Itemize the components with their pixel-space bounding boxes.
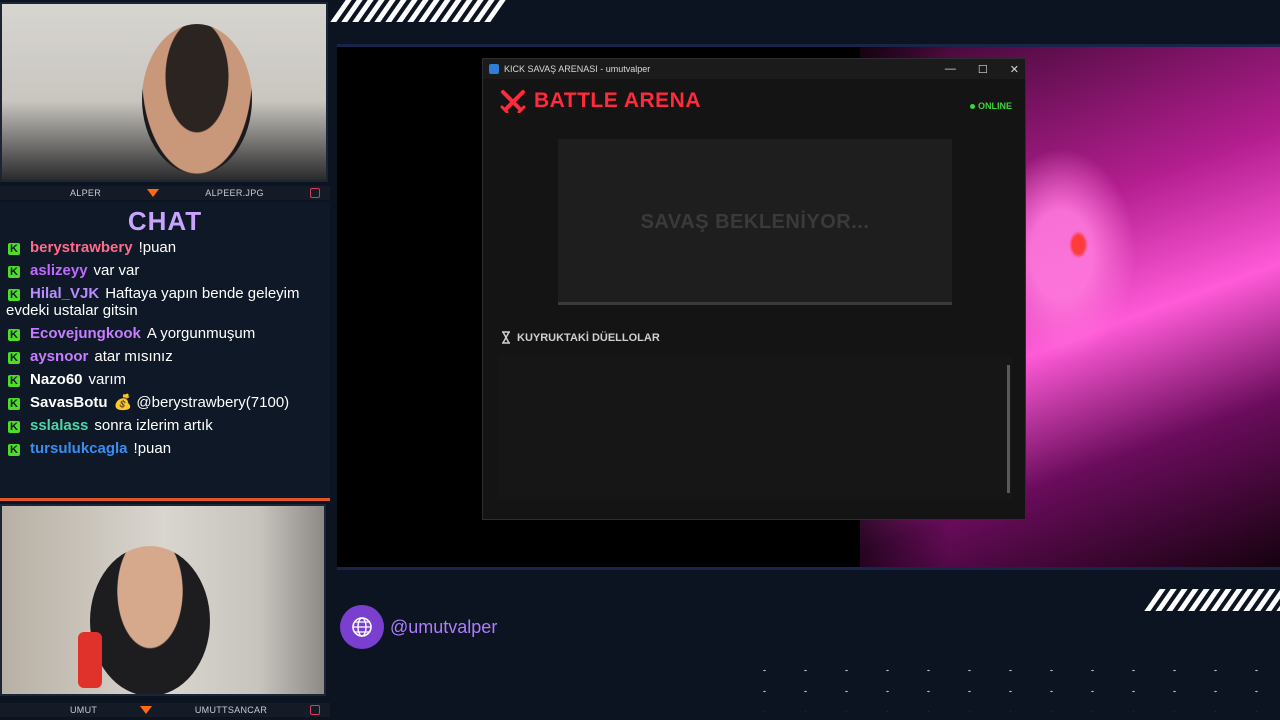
chat-message: Kaslizeyy var var [6, 262, 324, 279]
chat-message: Kberystrawbery !puan [6, 239, 324, 256]
webcam-bottom-handle: UMUTTSANCAR [194, 705, 268, 715]
chat-text: var var [93, 262, 140, 279]
webcam-bottom [0, 504, 326, 696]
kick-badge-icon: K [8, 289, 20, 301]
crossed-swords-icon [500, 90, 526, 113]
webcam-top [0, 2, 328, 182]
dot-pattern [744, 660, 1280, 712]
chat-username: sslalass [30, 417, 89, 434]
social-handle-text: @umutvalper [390, 616, 498, 637]
streamer-figure [142, 24, 252, 174]
chat-username: berystrawbery [30, 239, 133, 256]
chat-message: Ksslalass sonra izlerim artık [6, 417, 324, 434]
top-stripes [330, 0, 506, 22]
arena-header: BATTLE ARENA [483, 79, 1025, 113]
minimize-icon[interactable]: — [945, 63, 956, 76]
queue-title: KUYRUKTAKİ DÜELLOLAR [517, 331, 660, 344]
chat-username: SavasBotu [30, 394, 108, 411]
window-titlebar: KICK SAVAŞ ARENASI - umutvalper — ☐ ✕ [483, 59, 1025, 79]
battle-arena-window: KICK SAVAŞ ARENASI - umutvalper — ☐ ✕ BA… [482, 58, 1026, 520]
chat-text: 💰 @berystrawbery(7100) [113, 394, 290, 411]
chat-text: !puan [138, 239, 177, 256]
kick-badge-icon: K [8, 329, 20, 341]
chat-text: sonra izlerim artık [94, 417, 213, 434]
chat-message: K Hilal_VJK Haftaya yapın bende geleyim ev… [6, 285, 324, 319]
waiting-text: SAVAŞ BEKLENİYOR... [640, 210, 870, 233]
instagram-icon [310, 705, 320, 715]
chat-message-list: Kberystrawbery !puan Kaslizeyy var var K Hi… [0, 239, 330, 457]
bottom-stripes [1144, 589, 1280, 611]
status-text: ONLINE [977, 101, 1012, 111]
instagram-icon [309, 188, 320, 198]
chat-username: Ecovejungkook [30, 325, 141, 342]
webcam-bottom-bar: UMUT UMUTTSANCAR [0, 703, 330, 717]
duel-queue-list [498, 355, 1012, 499]
close-icon[interactable]: ✕ [1010, 63, 1019, 76]
webcam-top-bar: ALPER ALPEER.JPG [0, 186, 330, 200]
kick-badge-icon: K [8, 352, 20, 364]
window-title: KICK SAVAŞ ARENASI - umutvalper [504, 64, 651, 74]
chat-panel: CHAT Kberystrawbery !puan Kaslizeyy var va… [0, 202, 330, 501]
status-dot-icon [969, 104, 975, 109]
chat-text: !puan [133, 440, 172, 457]
status-badge: ONLINE [969, 101, 1012, 111]
chat-text: A yorgunmuşum [146, 325, 256, 342]
chat-username: aslizeyy [30, 262, 88, 279]
chat-title: CHAT [127, 206, 203, 236]
globe-icon [352, 617, 372, 637]
webcam-top-name: ALPER [70, 188, 102, 198]
hourglass-icon [502, 331, 510, 344]
arena-title: BATTLE ARENA [534, 89, 701, 112]
kick-badge-icon: K [8, 444, 20, 456]
kick-badge-icon: K [8, 243, 20, 255]
battle-progress-bar [558, 302, 952, 305]
kick-badge-icon: K [8, 398, 20, 410]
chat-message: K Nazo60 varım [6, 371, 324, 388]
queue-header: KUYRUKTAKİ DÜELLOLAR [501, 331, 660, 344]
chat-username: Nazo60 [30, 371, 83, 388]
app-icon [489, 64, 499, 74]
social-handle: @umutvalper [340, 605, 497, 649]
maximize-icon[interactable]: ☐ [978, 63, 988, 76]
chat-username: Hilal_VJK [30, 285, 100, 302]
window-controls: — ☐ ✕ [945, 63, 1019, 76]
streamer-figure [90, 546, 210, 694]
triangle-icon [147, 189, 160, 197]
red-microphone [78, 632, 102, 688]
webcam-bottom-name: UMUT [70, 705, 98, 715]
kick-badge-icon: K [8, 266, 20, 278]
chat-username: tursulukcagla [30, 440, 128, 457]
chat-text: atar mısınız [94, 348, 173, 365]
chat-message: K Ecovejungkook A yorgunmuşum [6, 325, 324, 342]
chat-message: K SavasBotu 💰 @berystrawbery(7100) [6, 394, 324, 411]
webcam-top-handle: ALPEER.JPG [205, 188, 264, 198]
kick-badge-icon: K [8, 421, 20, 433]
chat-text: varım [88, 371, 127, 388]
chat-username: aysnoor [30, 348, 89, 365]
chat-message: Kaysnoor atar mısınız [6, 348, 324, 365]
queue-scrollbar[interactable] [1007, 365, 1010, 493]
kick-badge-icon: K [8, 375, 20, 387]
chat-message: Ktursulukcagla !puan [6, 440, 324, 457]
triangle-icon [140, 706, 153, 714]
battle-display: SAVAŞ BEKLENİYOR... [558, 139, 952, 305]
globe-badge [340, 605, 384, 649]
